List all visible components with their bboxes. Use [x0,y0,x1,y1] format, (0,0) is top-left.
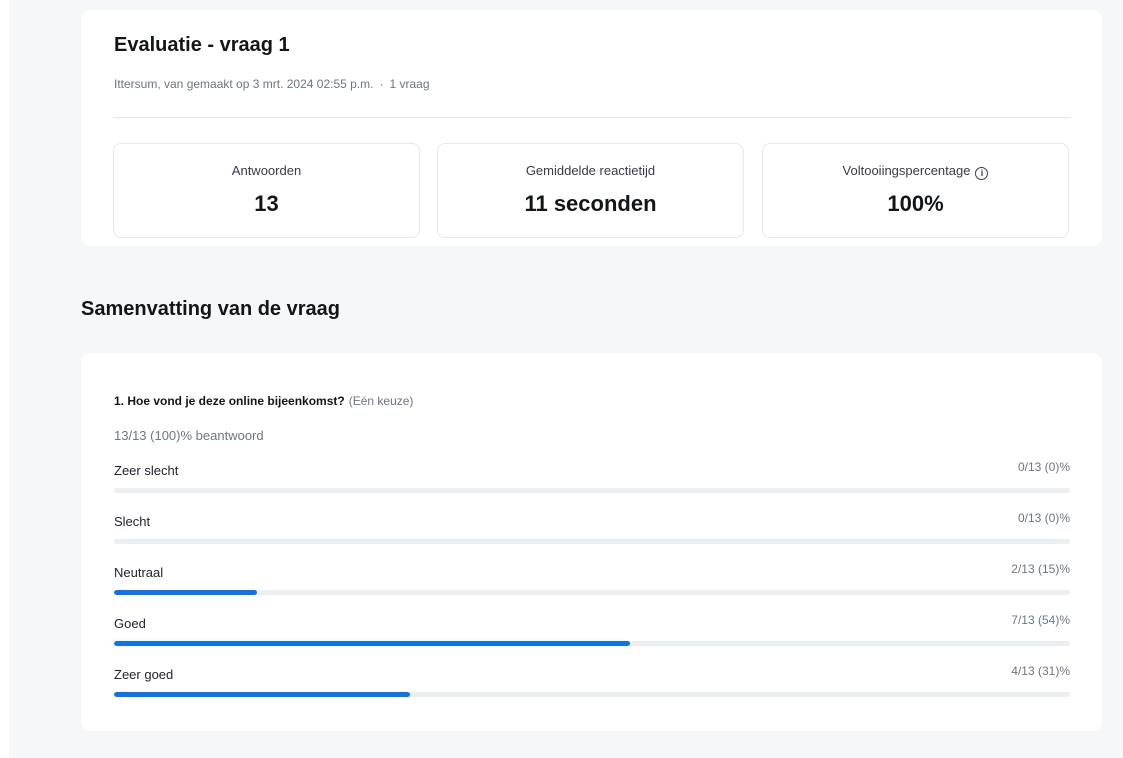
option-label: Neutraal [114,565,164,580]
question-text: 1. Hoe vond je deze online bijeenkomst?(… [114,394,413,408]
stat-card-responses: Antwoorden 13 [113,143,420,238]
question-title: 1. Hoe vond je deze online bijeenkomst? [114,394,345,408]
stat-value: 13 [254,191,279,216]
option-progress-track [114,539,1070,544]
meta-author: Ittersum, van gemaakt op 3 mrt. 2024 02:… [114,77,374,91]
answer-option: Slecht 0/13 (0)% [114,511,1070,544]
question-summary-card: 1. Hoe vond je deze online bijeenkomst?(… [81,353,1102,731]
option-count: 7/13 (54)% [1011,613,1070,627]
option-count: 2/13 (15)% [1011,562,1070,576]
answer-option: Zeer slecht 0/13 (0)% [114,460,1070,493]
option-count: 4/13 (31)% [1011,664,1070,678]
stat-label-row: Voltooiingspercentage i [763,163,1068,180]
answer-option: Zeer goed 4/13 (31)% [114,664,1070,697]
option-label: Zeer slecht [114,463,179,478]
meta-question-count: 1 vraag [389,77,430,91]
option-label: Goed [114,616,146,631]
stat-label: Antwoorden [231,163,302,178]
poll-meta: Ittersum, van gemaakt op 3 mrt. 2024 02:… [114,77,430,91]
option-progress-track [114,488,1070,493]
poll-overview-card: Evaluatie - vraag 1 Ittersum, van gemaak… [81,10,1102,246]
option-progress-fill [114,590,258,595]
meta-separator: · [379,77,384,91]
option-progress-track [114,590,1070,595]
question-type-hint: (Eén keuze) [348,394,414,408]
stat-label: Gemiddelde reactietijd [525,163,656,178]
option-count: 0/13 (0)% [1017,460,1070,474]
stat-label: Voltooiingspercentage [842,163,971,178]
answered-count: 13/13 (100)% beantwoord [114,428,264,443]
option-progress-track [114,641,1070,646]
info-icon[interactable]: i [975,167,989,180]
stat-card-completion-rate: Voltooiingspercentage i 100% [762,143,1069,238]
stat-value: 100% [887,191,944,216]
option-count: 0/13 (0)% [1017,511,1070,525]
option-label: Zeer goed [114,667,174,682]
option-label: Slecht [114,514,151,529]
page-title: Evaluatie - vraag 1 [114,34,290,56]
section-title: Samenvatting van de vraag [81,298,340,320]
stat-card-response-time: Gemiddelde reactietijd 11 seconden [437,143,744,238]
answer-option: Goed 7/13 (54)% [114,613,1070,646]
option-progress-track [114,692,1070,697]
answer-option: Neutraal 2/13 (15)% [114,562,1070,595]
divider [114,117,1070,118]
option-progress-fill [114,641,631,646]
stat-value: 11 seconden [524,191,657,216]
option-progress-fill [114,692,411,697]
